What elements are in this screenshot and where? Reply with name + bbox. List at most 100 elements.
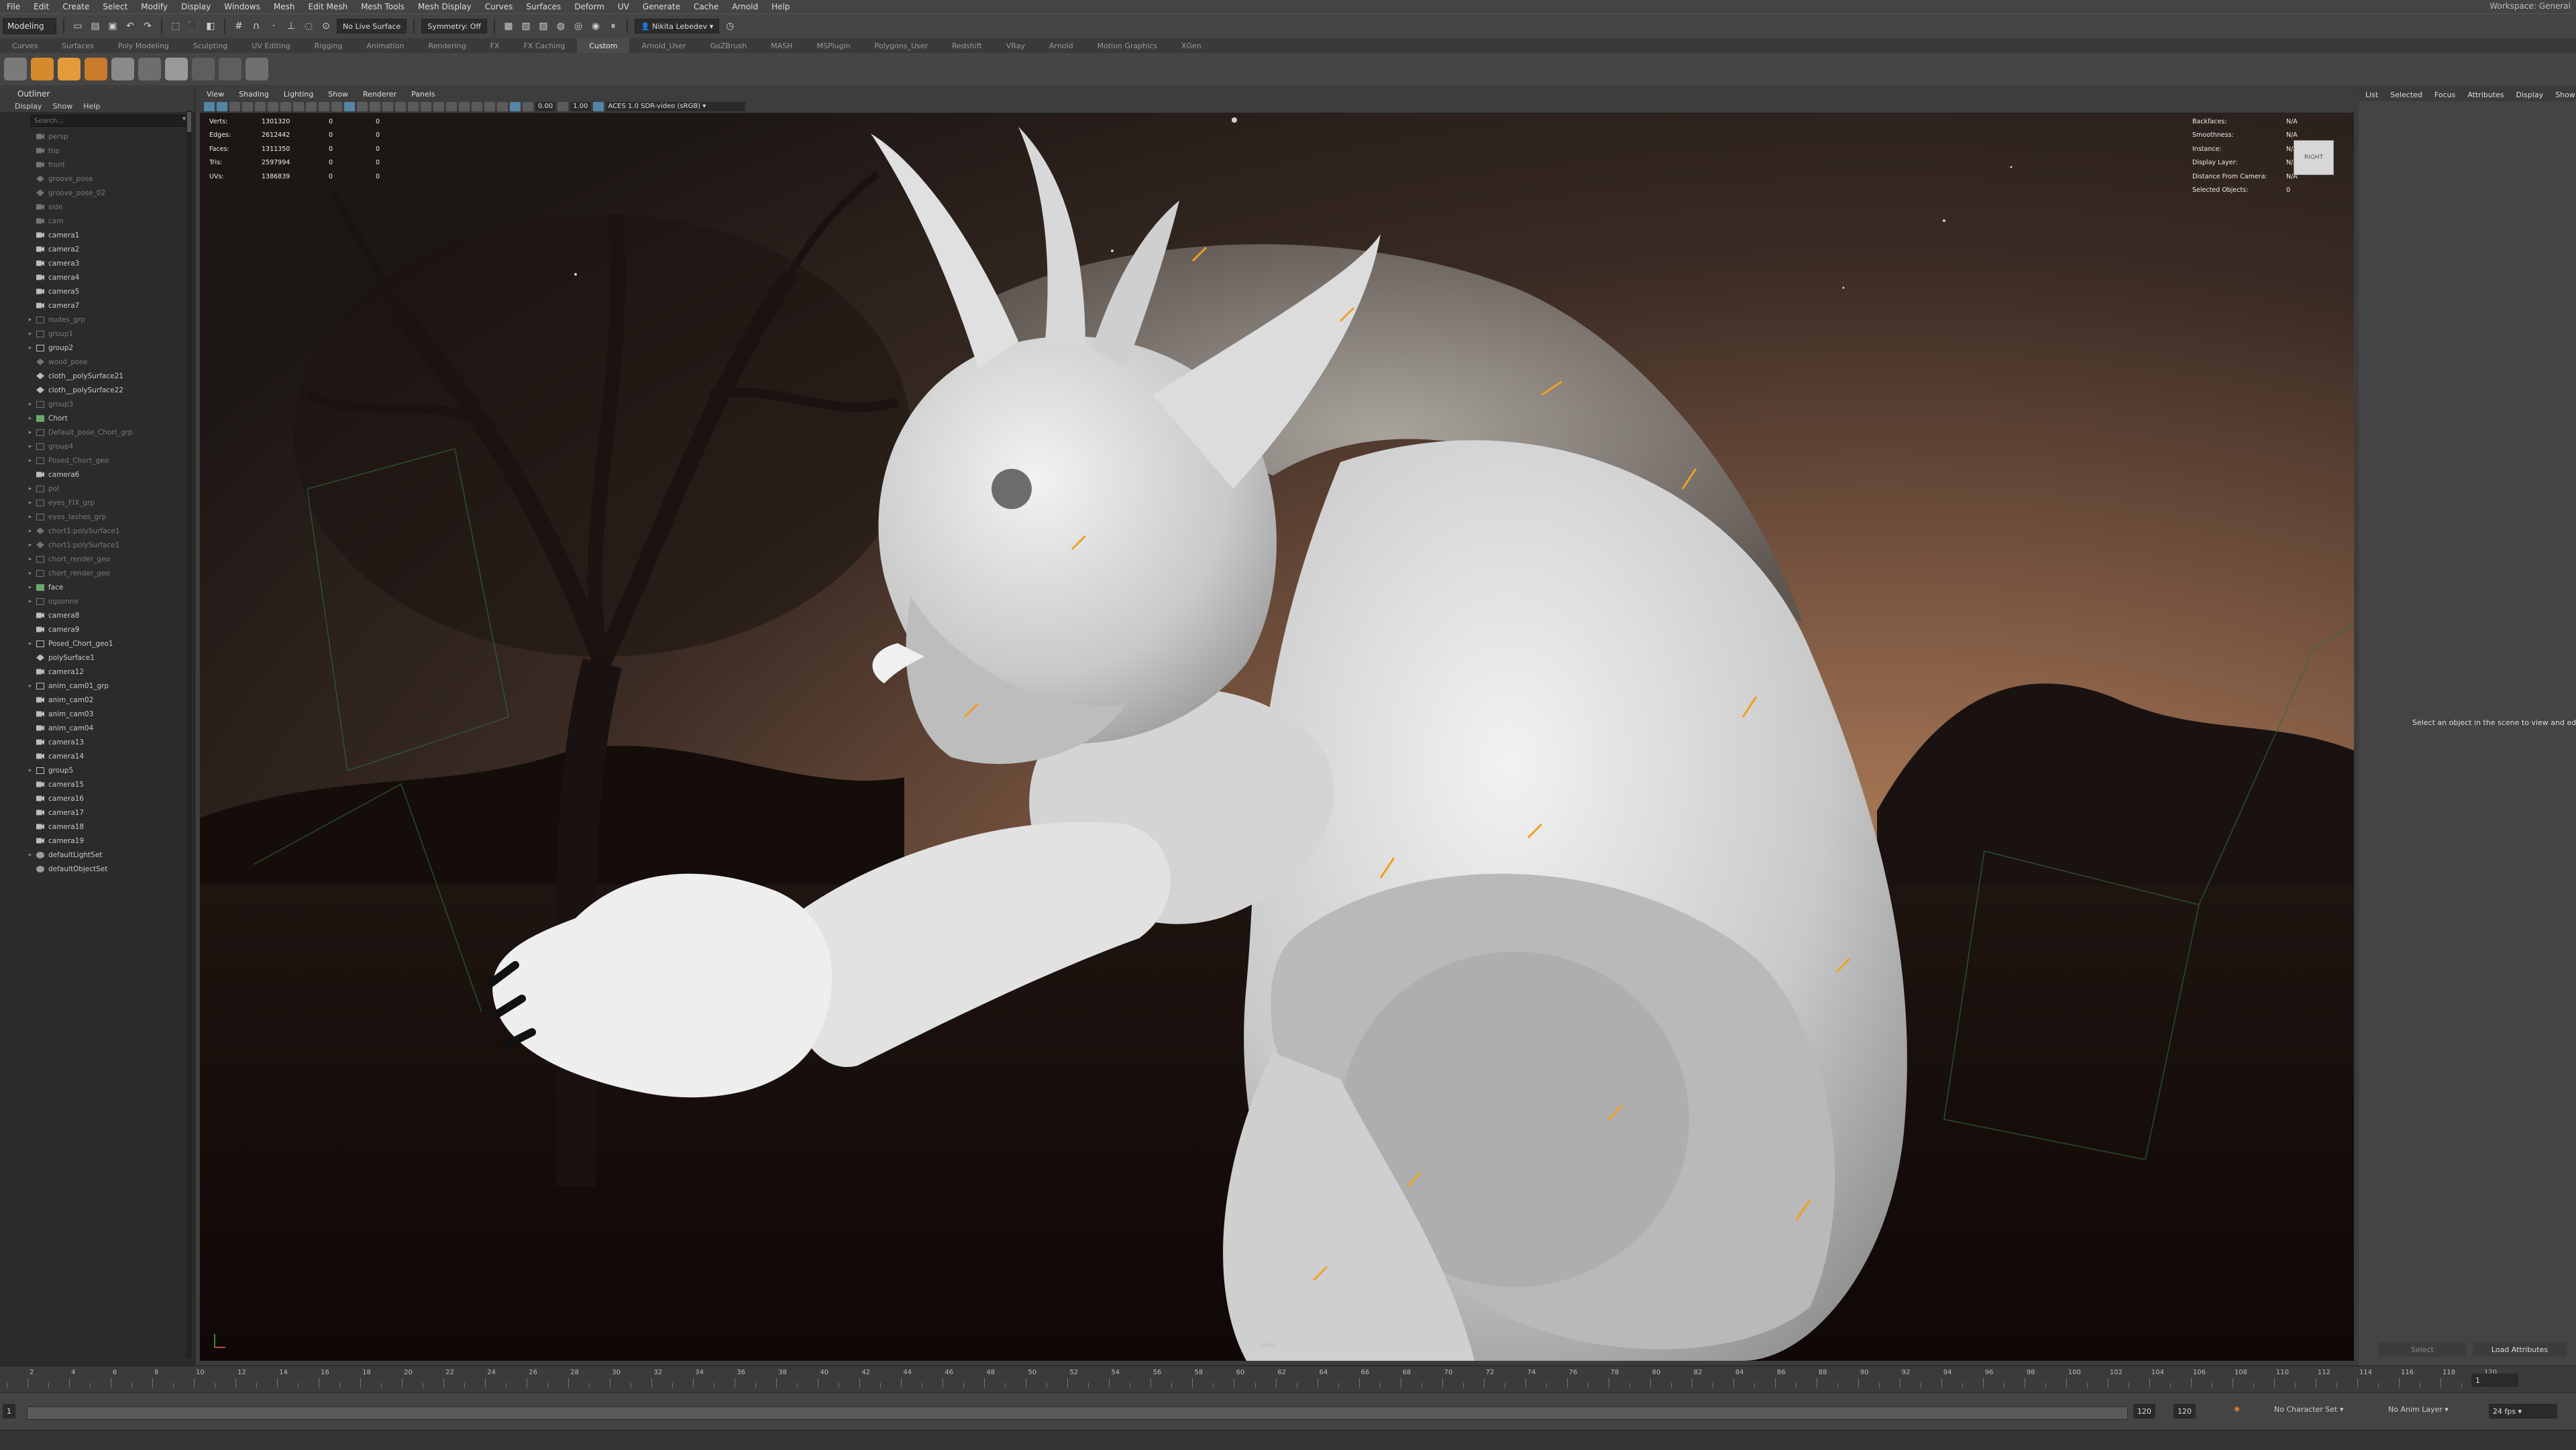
- bookmark-icon[interactable]: [229, 101, 240, 111]
- outliner-item[interactable]: groove_pose_02: [0, 186, 195, 200]
- shadows-icon[interactable]: [408, 101, 419, 111]
- menu-display[interactable]: Display: [174, 2, 217, 11]
- menu-help[interactable]: Help: [765, 2, 796, 11]
- outliner-item[interactable]: ▸ pol: [0, 482, 195, 496]
- shelf-tab-animation[interactable]: Animation: [354, 42, 416, 50]
- viewport-menu-shading[interactable]: Shading: [239, 90, 269, 99]
- outliner-item[interactable]: ▸ chort1:polySurface1: [0, 524, 195, 538]
- outliner-item[interactable]: ▸ Posed_Chort_geo: [0, 453, 195, 467]
- image-plane-icon[interactable]: [242, 101, 253, 111]
- outliner-item[interactable]: camera16: [0, 791, 195, 805]
- film-gate-icon[interactable]: [268, 101, 278, 111]
- expand-arrow-icon[interactable]: ▸: [27, 852, 34, 858]
- command-line[interactable]: [0, 1430, 2576, 1450]
- outliner-item[interactable]: ▸ chort1:polySurface1: [0, 538, 195, 552]
- outliner-item[interactable]: ▸ eyes_lashes_grp: [0, 510, 195, 524]
- shelf-tab-uv-editing[interactable]: UV Editing: [239, 42, 302, 50]
- outliner-item[interactable]: ▸ chort_render_geo: [0, 566, 195, 580]
- start-time-field[interactable]: 1: [3, 1404, 15, 1418]
- attr-tab-focus[interactable]: Focus: [2434, 91, 2455, 99]
- shelf-tab-fx[interactable]: FX: [478, 42, 512, 50]
- shelf-tab-rendering[interactable]: Rendering: [416, 42, 478, 50]
- field-chart-icon[interactable]: [306, 101, 317, 111]
- shelf-tab-arnold[interactable]: Arnold: [1037, 42, 1085, 50]
- snap-point-icon[interactable]: ·: [267, 19, 280, 33]
- outliner-item[interactable]: ▸ chort_render_geo: [0, 552, 195, 566]
- menu-arnold[interactable]: Arnold: [725, 2, 765, 11]
- user-account-dropdown[interactable]: 👤 Nikita Lebedev ▾: [635, 19, 720, 34]
- workspace-selector[interactable]: Workspace: General: [2489, 1, 2571, 11]
- shelf-tab-polygons-user[interactable]: Polygons_User: [863, 42, 941, 50]
- scrollbar-thumb[interactable]: [187, 112, 191, 132]
- shelf-tab-msplugin[interactable]: MSPlugin: [804, 42, 862, 50]
- backface-icon[interactable]: [510, 101, 521, 111]
- shelf-tab-rigging[interactable]: Rigging: [303, 42, 355, 50]
- shelf-tab-vray[interactable]: VRay: [994, 42, 1037, 50]
- outliner-item[interactable]: camera9: [0, 622, 195, 636]
- render-frame-icon[interactable]: ▦: [502, 19, 515, 33]
- outliner-item[interactable]: defaultObjectSet: [0, 862, 195, 876]
- expand-arrow-icon[interactable]: ▸: [27, 457, 34, 464]
- shelf-tab-mash[interactable]: MASH: [759, 42, 804, 50]
- clock-icon[interactable]: ◷: [723, 19, 737, 33]
- snap-curve-icon[interactable]: ∩: [250, 19, 263, 33]
- snap-live-icon[interactable]: ⊙: [319, 19, 333, 33]
- shelf-tab-custom[interactable]: Custom: [577, 38, 630, 53]
- outliner-item[interactable]: cloth__polySurface21: [0, 369, 195, 383]
- exposure-field[interactable]: 0.00: [535, 101, 556, 111]
- outliner-item[interactable]: persp: [0, 129, 195, 144]
- grid-icon[interactable]: [255, 101, 266, 111]
- expand-arrow-icon[interactable]: ▸: [27, 500, 34, 506]
- outliner-item[interactable]: ▸ Default_pose_Chort_grp: [0, 425, 195, 439]
- expand-arrow-icon[interactable]: ▸: [27, 528, 34, 535]
- motion-blur-icon[interactable]: [433, 101, 444, 111]
- shelf-tab-sculpting[interactable]: Sculpting: [181, 42, 239, 50]
- symmetry-dropdown[interactable]: Symmetry: Off: [421, 19, 488, 34]
- outliner-item[interactable]: anim_cam02: [0, 693, 195, 707]
- default-material-icon[interactable]: [370, 101, 380, 111]
- exposure-icon[interactable]: [523, 101, 533, 111]
- menu-cache[interactable]: Cache: [687, 2, 725, 11]
- outliner-item[interactable]: side: [0, 200, 195, 214]
- menu-uv[interactable]: UV: [611, 2, 636, 11]
- menu-mesh-display[interactable]: Mesh Display: [411, 2, 478, 11]
- open-scene-icon[interactable]: ▤: [89, 19, 102, 33]
- menu-file[interactable]: File: [0, 2, 27, 11]
- lights-icon[interactable]: [395, 101, 406, 111]
- shelf-tab-arnold-user[interactable]: Arnold_User: [629, 42, 698, 50]
- save-scene-icon[interactable]: ▣: [106, 19, 119, 33]
- menu-edit-mesh[interactable]: Edit Mesh: [301, 2, 354, 11]
- ipr-render-icon[interactable]: ▧: [519, 19, 533, 33]
- expand-arrow-icon[interactable]: ▸: [27, 542, 34, 549]
- outliner-item[interactable]: camera14: [0, 749, 195, 763]
- outliner-item[interactable]: anim_cam04: [0, 721, 195, 735]
- gamma-field[interactable]: 1.00: [570, 101, 591, 111]
- shelf-tab-motion-graphics[interactable]: Motion Graphics: [1085, 42, 1169, 50]
- undo-icon[interactable]: ↶: [123, 19, 137, 33]
- viewport-panel[interactable]: View Shading Lighting Show Renderer Panels 0.…: [200, 88, 2354, 1361]
- outliner-item[interactable]: ▸ defaultLightSet: [0, 848, 195, 862]
- menu-set-selector[interactable]: Modeling: [3, 18, 56, 34]
- viewcube[interactable]: RIGHT: [2294, 140, 2334, 175]
- outliner-item[interactable]: ▸ group4: [0, 439, 195, 453]
- outliner-item[interactable]: polySurface1: [0, 651, 195, 665]
- outliner-item[interactable]: camera18: [0, 820, 195, 834]
- outliner-menu-help[interactable]: Help: [83, 102, 100, 111]
- shelf-tab-xgen[interactable]: XGen: [1169, 42, 1214, 50]
- outliner-item[interactable]: ▸ group3: [0, 397, 195, 411]
- ambient-occlusion-icon[interactable]: [421, 101, 431, 111]
- textured-icon[interactable]: [382, 101, 393, 111]
- attr-tab-selected[interactable]: Selected: [2390, 91, 2422, 99]
- outliner-item[interactable]: camera8: [0, 608, 195, 622]
- outliner-item[interactable]: camera15: [0, 777, 195, 791]
- outliner-menu-show[interactable]: Show: [53, 102, 73, 111]
- redo-icon[interactable]: ↷: [141, 19, 154, 33]
- shelf-tab-surfaces[interactable]: Surfaces: [50, 42, 106, 50]
- expand-arrow-icon[interactable]: ▸: [27, 443, 34, 450]
- select-hierarchy-icon[interactable]: ⬚: [169, 19, 182, 33]
- menu-windows[interactable]: Windows: [217, 2, 267, 11]
- xray-icon[interactable]: [484, 101, 495, 111]
- menu-deform[interactable]: Deform: [568, 2, 611, 11]
- outliner-search-input[interactable]: Search... ▾: [31, 115, 189, 127]
- auto-key-icon[interactable]: ✱: [2234, 1405, 2240, 1414]
